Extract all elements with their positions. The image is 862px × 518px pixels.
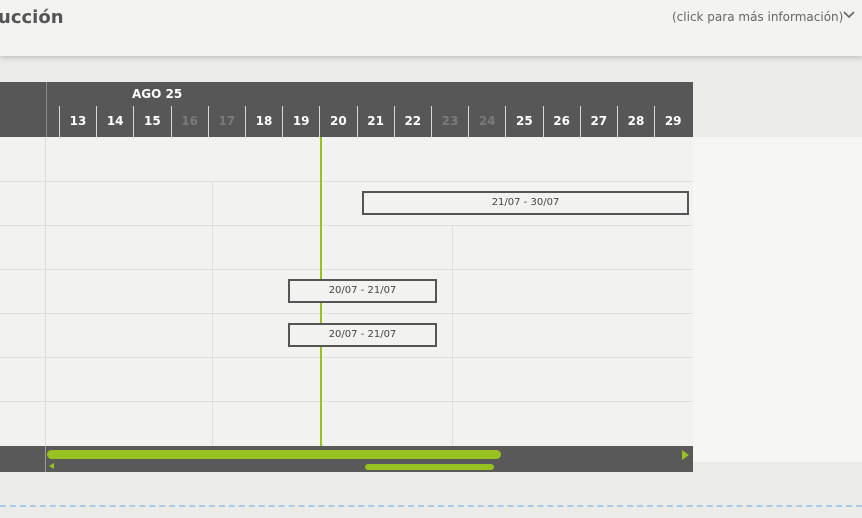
footer-band [0, 472, 862, 518]
row-divider [0, 313, 693, 314]
timeline-scrollbar-thumb[interactable] [365, 464, 494, 470]
task-bar[interactable]: 21/07 - 30/07 [362, 191, 689, 215]
more-info-link[interactable]: (click para más información) [672, 10, 843, 24]
row-divider [0, 269, 693, 270]
day-label: 27 [579, 106, 617, 137]
day-label: 24 [468, 106, 505, 137]
scroll-left-arrow-icon[interactable] [49, 463, 54, 469]
day-label: 23 [431, 106, 468, 137]
day-label: 20 [319, 106, 356, 137]
scroll-right-arrow-icon[interactable] [682, 450, 689, 460]
day-label: 22 [393, 106, 431, 137]
day-label: 18 [245, 106, 282, 137]
day-label: 28 [617, 106, 654, 137]
month-label: AGO 25 [132, 87, 183, 101]
right-panel [693, 137, 862, 462]
dashed-divider [0, 505, 862, 507]
day-label: 16 [170, 106, 208, 137]
horizontal-scrollbar-thumb[interactable] [47, 450, 501, 459]
task-bar[interactable]: 20/07 - 21/07 [288, 323, 437, 347]
day-label: 29 [654, 106, 691, 137]
scroll-left-column [0, 446, 46, 472]
scroll-area [0, 446, 693, 472]
timeline-header: AGO 25 13 14 15 16 17 18 19 20 21 22 23 24 25 26 27 28 2… [0, 82, 693, 137]
day-label: 19 [282, 106, 319, 137]
chevron-down-icon[interactable] [842, 8, 856, 22]
grid-left-column [0, 137, 46, 446]
row-divider [0, 401, 693, 402]
task-bar[interactable]: 20/07 - 21/07 [288, 279, 437, 303]
top-bar: ucción (click para más información) [0, 0, 862, 56]
day-label: 17 [207, 106, 245, 137]
day-label: 13 [59, 106, 96, 137]
row-divider [0, 181, 693, 182]
day-label: 26 [542, 106, 580, 137]
row-divider [0, 357, 693, 358]
day-label: 21 [356, 106, 394, 137]
day-label: 15 [133, 106, 170, 137]
week-divider [452, 225, 453, 446]
gantt-grid: 21/07 - 30/07 20/07 - 21/07 20/07 - 21/0… [0, 137, 693, 446]
header-left-column [0, 82, 47, 137]
row-divider [0, 225, 693, 226]
page-title: ucción [0, 7, 64, 28]
week-divider [212, 181, 213, 446]
day-label: 25 [505, 106, 542, 137]
day-label: 14 [96, 106, 133, 137]
